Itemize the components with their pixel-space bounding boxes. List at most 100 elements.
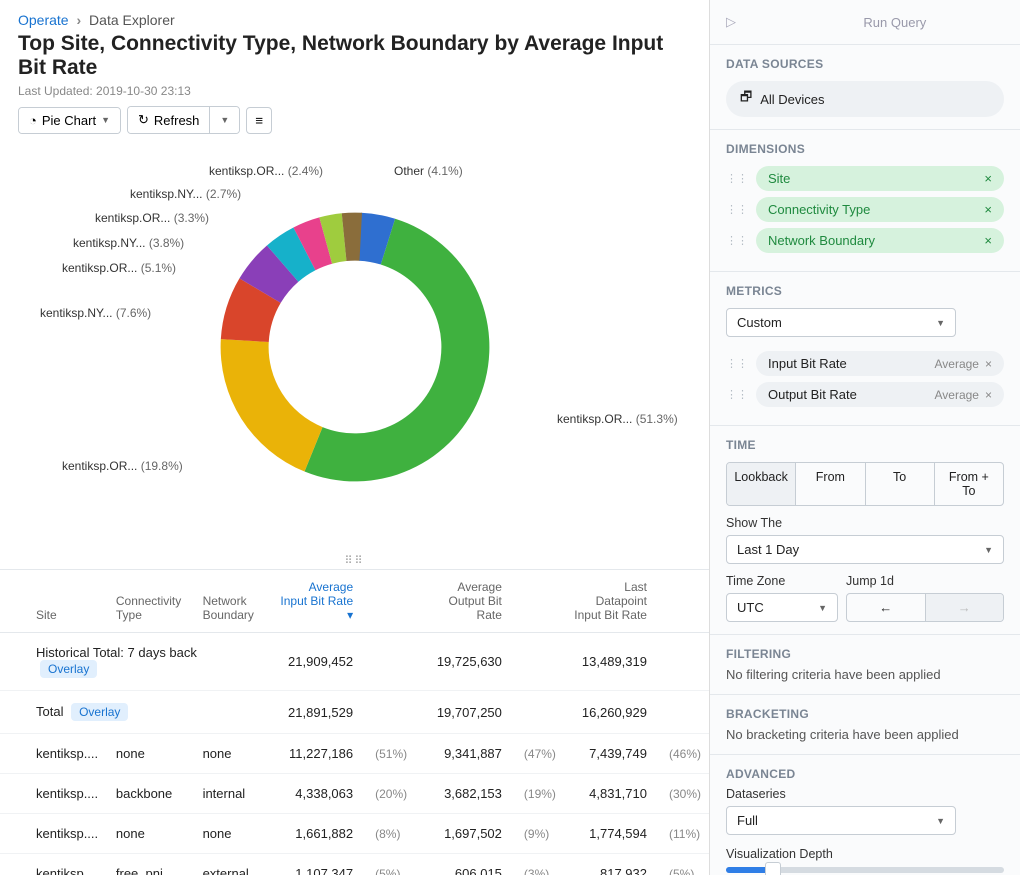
cell-conn: backbone — [108, 774, 195, 814]
vizdepth-label: Visualization Depth — [726, 847, 1004, 861]
table-row[interactable]: kentiksp.... backbone internal 4,338,063… — [0, 774, 709, 814]
chart-label: kentiksp.OR... (51.3%) — [557, 412, 678, 426]
col-site[interactable]: Site — [28, 570, 108, 633]
cell-site: kentiksp.... — [28, 814, 108, 854]
dataseries-select[interactable]: Full▼ — [726, 806, 956, 835]
close-icon[interactable]: × — [984, 202, 992, 217]
time-from-to[interactable]: From + To — [934, 463, 1003, 505]
devices-icon: 🗗 — [740, 88, 752, 110]
cell-last: 7,439,749 — [564, 734, 655, 774]
dimension-row: ⋮⋮ Connectivity Type× — [726, 197, 1004, 222]
metrics-select[interactable]: Custom▼ — [726, 308, 956, 337]
metric-pill[interactable]: Output Bit Rate Average× — [756, 382, 1004, 407]
cell-avg-out: 606,015 — [415, 854, 510, 875]
last-updated: Last Updated: 2019-10-30 23:13 — [18, 84, 691, 98]
results-table: Site ConnectivityType NetworkBoundary Av… — [0, 570, 709, 875]
table-row[interactable]: kentiksp.... none none 11,227,186 (51%) … — [0, 734, 709, 774]
refresh-icon: ↻ — [138, 112, 149, 128]
refresh-button[interactable]: ↻ Refresh — [128, 107, 209, 133]
chart-type-button[interactable]: ◔ Pie Chart ▼ — [19, 108, 120, 133]
cell-bound: none — [195, 734, 267, 774]
dimension-pill[interactable]: Connectivity Type× — [756, 197, 1004, 222]
cell-bound: none — [195, 814, 267, 854]
cell-site: kentiksp.... — [28, 734, 108, 774]
cell-site: Historical Total: 7 days back Overlay — [28, 633, 266, 691]
drag-handle-icon[interactable]: ⋮⋮ — [726, 238, 748, 244]
chart-label: kentiksp.NY... (2.7%) — [130, 187, 241, 201]
chevron-right-icon: › — [76, 12, 81, 28]
metric-pill[interactable]: Input Bit Rate Average× — [756, 351, 1004, 376]
drag-handle-icon[interactable]: ⋮⋮ — [726, 361, 748, 367]
cell-avg-out: 19,725,630 — [415, 633, 510, 691]
section-metrics: METRICS — [726, 284, 1004, 298]
dimension-row: ⋮⋮ Site× — [726, 166, 1004, 191]
breadcrumb-operate[interactable]: Operate — [18, 12, 69, 28]
arrow-right-icon: → — [958, 600, 971, 615]
chart-label: kentiksp.NY... (7.6%) — [40, 306, 151, 320]
jump-label: Jump 1d — [846, 574, 1004, 588]
close-icon[interactable]: × — [985, 388, 992, 402]
close-icon[interactable]: × — [985, 357, 992, 371]
time-lookback[interactable]: Lookback — [727, 463, 795, 505]
show-the-label: Show The — [726, 516, 1004, 530]
time-from[interactable]: From — [795, 463, 864, 505]
drag-handle-icon[interactable]: ⋮⋮ — [726, 392, 748, 398]
caret-down-icon: ▼ — [936, 318, 945, 328]
table-row[interactable]: Historical Total: 7 days back Overlay 21… — [0, 633, 709, 691]
section-advanced: ADVANCED — [726, 767, 1004, 781]
caret-down-icon: ▼ — [818, 603, 827, 613]
slider-thumb[interactable] — [765, 862, 781, 875]
chart-label: kentiksp.OR... (3.3%) — [95, 211, 209, 225]
arrow-left-icon: ← — [879, 600, 892, 615]
cell-avg-in: 11,227,186 — [266, 734, 361, 774]
section-time: TIME — [726, 438, 1004, 452]
dimension-pill[interactable]: Network Boundary× — [756, 228, 1004, 253]
cell-avg-out: 9,341,887 — [415, 734, 510, 774]
col-conn-type[interactable]: ConnectivityType — [108, 570, 195, 633]
vizdepth-slider[interactable]: 1 8 Low 40 — [726, 867, 1004, 875]
close-icon[interactable]: × — [984, 233, 992, 248]
table-row[interactable]: kentiksp.... none none 1,661,882 (8%) 1,… — [0, 814, 709, 854]
cell-conn: free_pni — [108, 854, 195, 875]
table-row[interactable]: Total Overlay 21,891,529 19,707,250 16,2… — [0, 691, 709, 734]
cell-bound: internal — [195, 774, 267, 814]
section-filtering: FILTERING — [726, 647, 1004, 661]
caret-down-icon: ▼ — [984, 545, 993, 555]
resize-handle[interactable]: ⠿⠿ — [0, 552, 709, 569]
dimension-pill[interactable]: Site× — [756, 166, 1004, 191]
show-the-select[interactable]: Last 1 Day▼ — [726, 535, 1004, 564]
cell-conn: none — [108, 734, 195, 774]
jump-forward-button[interactable]: → — [925, 594, 1004, 621]
cell-avg-in: 1,661,882 — [266, 814, 361, 854]
section-data-sources: DATA SOURCES — [726, 57, 1004, 71]
drag-handle-icon[interactable]: ⋮⋮ — [726, 176, 748, 182]
col-last-input[interactable]: Last DatapointInput Bit Rate — [564, 570, 655, 633]
chart-label: kentiksp.NY... (3.8%) — [73, 236, 184, 250]
dimension-row: ⋮⋮ Network Boundary× — [726, 228, 1004, 253]
drag-handle-icon[interactable]: ⋮⋮ — [726, 207, 748, 213]
refresh-options-button[interactable]: ▼ — [209, 107, 239, 133]
section-bracketing: BRACKETING — [726, 707, 1004, 721]
cell-avg-out: 1,697,502 — [415, 814, 510, 854]
close-icon[interactable]: × — [984, 171, 992, 186]
bracketing-note: No bracketing criteria have been applied — [726, 727, 1004, 742]
time-mode-toggle: Lookback From To From + To — [726, 462, 1004, 506]
time-to[interactable]: To — [865, 463, 934, 505]
tz-select[interactable]: UTC▼ — [726, 593, 838, 622]
col-avg-output[interactable]: AverageOutput Bit Rate — [415, 570, 510, 633]
jump-back-button[interactable]: ← — [847, 594, 925, 621]
cell-avg-in: 21,909,452 — [266, 633, 361, 691]
cell-last: 817,932 — [564, 854, 655, 875]
chart-slice[interactable] — [220, 339, 322, 471]
data-sources-selector[interactable]: 🗗 All Devices — [726, 81, 1004, 117]
overlay-tag: Overlay — [71, 703, 128, 721]
metric-row: ⋮⋮ Output Bit Rate Average× — [726, 382, 1004, 407]
table-row[interactable]: kentiksp.... free_pni external 1,107,347… — [0, 854, 709, 875]
list-view-button[interactable]: ≡ — [246, 107, 272, 134]
run-query-button[interactable]: ▷ Run Query — [710, 0, 1020, 45]
breadcrumb: Operate › Data Explorer — [18, 12, 691, 28]
cell-site: Total Overlay — [28, 691, 266, 734]
col-net-bound[interactable]: NetworkBoundary — [195, 570, 267, 633]
cell-avg-in: 1,107,347 — [266, 854, 361, 875]
col-avg-input[interactable]: AverageInput Bit Rate ▾ — [266, 570, 361, 633]
